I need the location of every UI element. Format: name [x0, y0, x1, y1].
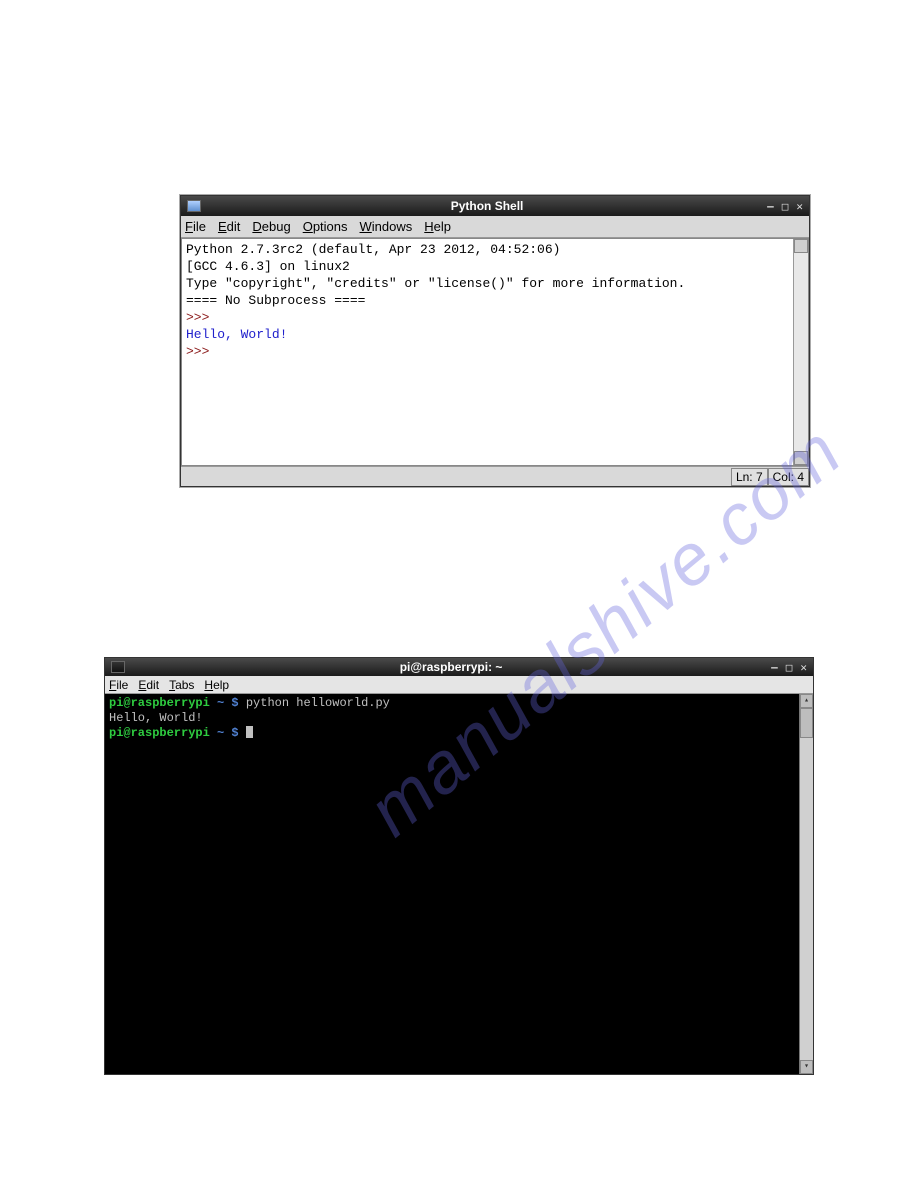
term-user: pi@raspberrypi: [109, 696, 210, 710]
shell-output-area[interactable]: Python 2.7.3rc2 (default, Apr 23 2012, 0…: [181, 238, 809, 466]
window-title: pi@raspberrypi: ~: [131, 660, 771, 674]
shell-line: Type "copyright", "credits" or "license(…: [186, 276, 685, 291]
shell-prompt: >>>: [186, 310, 217, 325]
menubar: File Edit Tabs Help: [105, 676, 813, 694]
app-icon: [111, 661, 125, 673]
menu-file[interactable]: File: [185, 219, 206, 234]
menu-options[interactable]: Options: [303, 219, 348, 234]
window-controls: – □ ✕: [771, 661, 813, 674]
close-button[interactable]: ✕: [796, 200, 803, 213]
window-title: Python Shell: [207, 199, 767, 213]
menu-tabs[interactable]: Tabs: [169, 678, 194, 692]
window-controls: – □ ✕: [767, 200, 809, 213]
scroll-thumb[interactable]: [800, 708, 813, 738]
shell-prompt: >>>: [186, 344, 217, 359]
python-shell-window: Python Shell – □ ✕ File Edit Debug Optio…: [180, 195, 810, 487]
minimize-button[interactable]: –: [771, 661, 778, 674]
menubar: File Edit Debug Options Windows Help: [181, 216, 809, 238]
minimize-button[interactable]: –: [767, 200, 774, 213]
terminal-window: pi@raspberrypi: ~ – □ ✕ File Edit Tabs H…: [104, 657, 814, 1075]
scroll-down-button[interactable]: ▾: [800, 1060, 813, 1074]
terminal-output-area[interactable]: pi@raspberrypi ~ $ python helloworld.py …: [105, 694, 813, 1074]
term-cmd: python helloworld.py: [246, 696, 390, 710]
menu-debug[interactable]: Debug: [252, 219, 290, 234]
shell-output: Hello, World!: [186, 327, 287, 342]
scroll-down-button[interactable]: [794, 451, 808, 465]
maximize-button[interactable]: □: [786, 661, 793, 674]
status-line: Ln: 7: [731, 468, 768, 486]
cursor: [246, 726, 253, 738]
scrollbar[interactable]: [793, 239, 808, 465]
maximize-button[interactable]: □: [782, 200, 789, 213]
term-output: Hello, World!: [109, 711, 203, 725]
menu-edit[interactable]: Edit: [218, 219, 240, 234]
menu-help[interactable]: Help: [424, 219, 451, 234]
scroll-up-button[interactable]: [794, 239, 808, 253]
close-button[interactable]: ✕: [800, 661, 807, 674]
scrollbar[interactable]: ▴ ▾: [799, 694, 813, 1074]
menu-edit[interactable]: Edit: [138, 678, 159, 692]
titlebar[interactable]: Python Shell – □ ✕: [181, 196, 809, 216]
statusbar: Ln: 7 Col: 4: [181, 466, 809, 486]
term-path: ~ $: [210, 696, 246, 710]
menu-windows[interactable]: Windows: [360, 219, 413, 234]
titlebar[interactable]: pi@raspberrypi: ~ – □ ✕: [105, 658, 813, 676]
menu-help[interactable]: Help: [204, 678, 229, 692]
term-user: pi@raspberrypi: [109, 726, 210, 740]
app-icon: [187, 200, 201, 212]
scroll-up-button[interactable]: ▴: [800, 694, 813, 708]
shell-line: Python 2.7.3rc2 (default, Apr 23 2012, 0…: [186, 242, 560, 257]
shell-line: ==== No Subprocess ====: [186, 293, 365, 308]
shell-line: [GCC 4.6.3] on linux2: [186, 259, 350, 274]
term-path: ~ $: [210, 726, 246, 740]
status-col: Col: 4: [768, 468, 809, 486]
menu-file[interactable]: File: [109, 678, 128, 692]
